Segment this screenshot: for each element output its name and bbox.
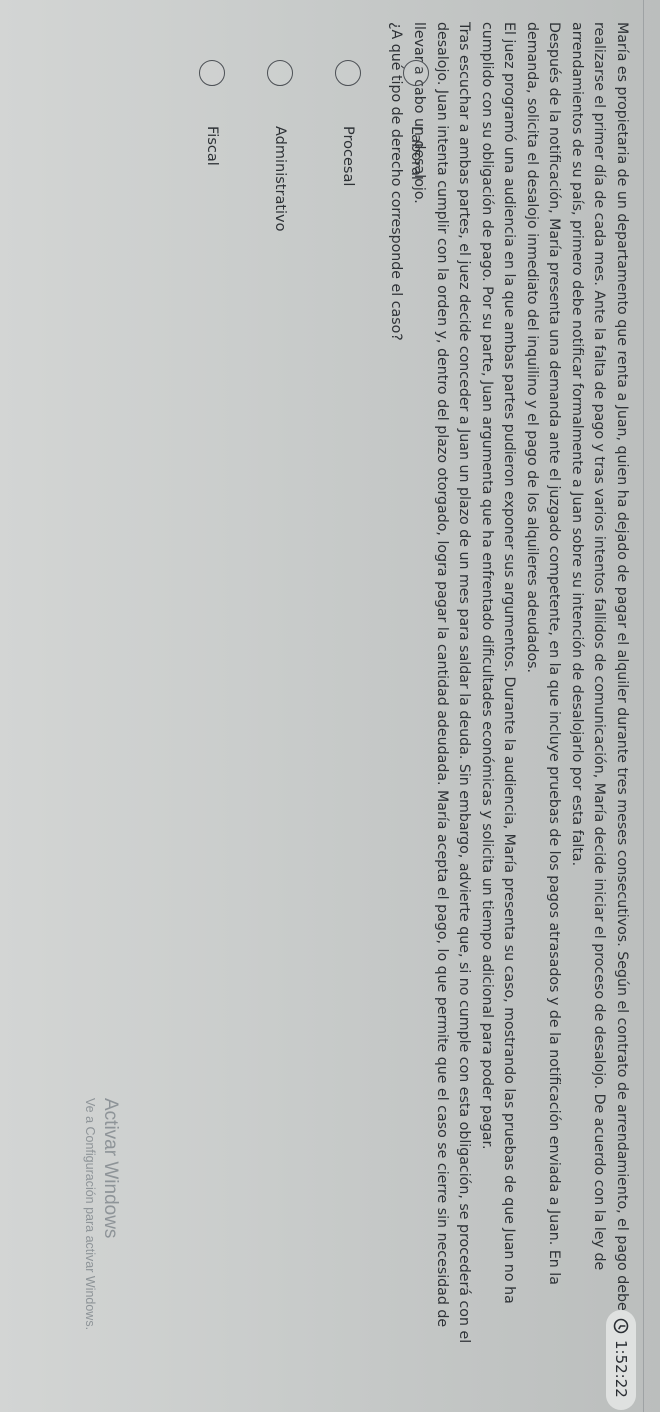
radio-button[interactable] (199, 60, 225, 86)
question-paragraph: Después de la notificación, María presen… (524, 22, 563, 1285)
radio-button[interactable] (403, 60, 429, 86)
option-label: Laboral (408, 126, 424, 180)
question-paragraph: María es propietaria de un departamento … (569, 22, 630, 1311)
activation-title: Activar Windows (100, 1098, 121, 1239)
radio-button[interactable] (267, 60, 293, 86)
option-fiscal[interactable]: Fiscal (194, 60, 230, 460)
option-label: Administrativo (272, 126, 288, 232)
option-label: Procesal (340, 126, 356, 187)
option-laboral[interactable]: Laboral (398, 60, 434, 460)
exam-page: 1:52:22 María es propietaria de un depar… (0, 0, 660, 1412)
radio-button[interactable] (335, 60, 361, 86)
option-label: Fiscal (204, 126, 220, 166)
question-paragraph: El juez programó una audiencia en la que… (479, 22, 518, 1304)
option-administrativo[interactable]: Administrativo (262, 60, 298, 460)
header-divider (643, 0, 644, 1412)
activation-subtitle: Ve a Configuración para activar Windows. (83, 1098, 97, 1331)
windows-activation-watermark: Activar Windows Ve a Configuración para … (82, 1098, 122, 1330)
option-procesal[interactable]: Procesal (330, 60, 366, 460)
answer-options: Laboral Procesal Administrativo Fiscal (162, 60, 434, 460)
screen: 1:52:22 María es propietaria de un depar… (0, 0, 660, 1412)
